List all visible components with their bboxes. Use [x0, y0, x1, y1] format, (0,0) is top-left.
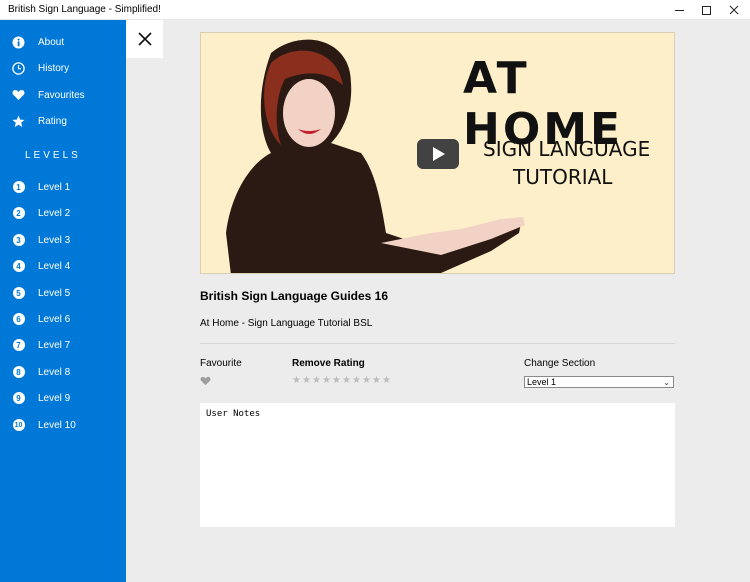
number-8-icon: 8 — [12, 366, 25, 379]
sidebar-item-label: Level 4 — [38, 260, 71, 272]
sidebar-item-about[interactable]: About — [0, 29, 126, 55]
chevron-down-icon: ⌄ — [663, 378, 670, 387]
sidebar-item-level-4[interactable]: 4 Level 4 — [0, 253, 126, 279]
sidebar-item-level-6[interactable]: 6 Level 6 — [0, 306, 126, 332]
close-icon — [137, 32, 152, 46]
sidebar-item-label: Level 5 — [38, 287, 71, 299]
sidebar-item-label: Level 10 — [38, 419, 76, 431]
close-icon — [729, 5, 739, 15]
title-bar: British Sign Language - Simplified! — [0, 0, 750, 20]
window-title: British Sign Language - Simplified! — [8, 4, 161, 15]
number-3-icon: 3 — [12, 234, 25, 247]
star-icon[interactable]: ★ — [342, 376, 352, 386]
change-section-label: Change Section — [524, 358, 596, 369]
sidebar-item-label: Level 9 — [38, 392, 71, 404]
number-6-icon: 6 — [12, 313, 25, 326]
rating-stars[interactable]: ★ ★ ★ ★ ★ ★ ★ ★ ★ ★ — [292, 376, 392, 386]
number-4-icon: 4 — [12, 260, 25, 273]
sidebar-item-level-5[interactable]: 5 Level 5 — [0, 280, 126, 306]
sidebar-item-label: Level 1 — [38, 181, 71, 193]
star-icon[interactable]: ★ — [332, 376, 342, 386]
divider — [200, 343, 675, 344]
star-icon[interactable]: ★ — [352, 376, 362, 386]
number-5-icon: 5 — [12, 287, 25, 300]
sidebar-item-label: Level 8 — [38, 366, 71, 378]
star-icon[interactable]: ★ — [362, 376, 372, 386]
remove-rating-button[interactable]: Remove Rating — [292, 358, 365, 369]
sidebar-item-label: Favourites — [38, 89, 85, 101]
sidebar-item-label: About — [38, 36, 65, 48]
number-10-icon: 10 — [12, 419, 25, 432]
sidebar-item-label: Level 7 — [38, 339, 71, 351]
sidebar-item-label: Level 6 — [38, 313, 71, 325]
star-icon[interactable]: ★ — [322, 376, 332, 386]
levels-header: LEVELS — [25, 150, 81, 161]
number-1-icon: 1 — [12, 181, 25, 194]
number-9-icon: 9 — [12, 392, 25, 405]
info-icon — [12, 36, 25, 49]
sidebar-item-history[interactable]: History — [0, 55, 126, 81]
star-icon[interactable]: ★ — [372, 376, 382, 386]
star-icon[interactable]: ★ — [312, 376, 322, 386]
heart-icon — [12, 89, 25, 102]
sidebar-item-level-8[interactable]: 8 Level 8 — [0, 359, 126, 385]
star-icon[interactable]: ★ — [382, 376, 392, 386]
sidebar-item-label: Rating — [38, 115, 67, 127]
sidebar-item-level-2[interactable]: 2 Level 2 — [0, 200, 126, 226]
thumbnail-text-tutorial: TUTORIAL — [513, 165, 613, 189]
video-player[interactable]: AT HOME SIGN LANGUAGE TUTORIAL — [200, 32, 675, 274]
sidebar-item-level-9[interactable]: 9 Level 9 — [0, 385, 126, 411]
close-window-button[interactable] — [717, 0, 750, 20]
sidebar-item-label: History — [38, 62, 70, 74]
sidebar: About History Favourites Rating LEVELS 1… — [0, 20, 126, 582]
sidebar-item-rating[interactable]: Rating — [0, 108, 126, 134]
sidebar-item-level-7[interactable]: 7 Level 7 — [0, 332, 126, 358]
sidebar-item-level-10[interactable]: 10 Level 10 — [0, 412, 126, 438]
minimize-icon — [674, 9, 684, 11]
number-2-icon: 2 — [12, 207, 25, 220]
heart-icon — [200, 376, 211, 386]
thumbnail-text-sign-language: SIGN LANGUAGE — [483, 137, 651, 161]
close-pane-button[interactable] — [126, 20, 163, 58]
number-7-icon: 7 — [12, 339, 25, 352]
sidebar-item-level-3[interactable]: 3 Level 3 — [0, 227, 126, 253]
star-icon[interactable]: ★ — [302, 376, 312, 386]
sidebar-item-label: Level 3 — [38, 234, 71, 246]
sidebar-item-label: Level 2 — [38, 207, 71, 219]
user-notes-textarea[interactable]: User Notes — [200, 403, 675, 527]
maximize-icon — [701, 5, 711, 15]
video-subtitle: At Home - Sign Language Tutorial BSL — [200, 318, 373, 329]
favourite-label: Favourite — [200, 358, 242, 369]
sidebar-item-favourites[interactable]: Favourites — [0, 82, 126, 108]
section-select-value: Level 1 — [527, 377, 557, 387]
sidebar-item-level-1[interactable]: 1 Level 1 — [0, 174, 126, 200]
section-select[interactable]: Level 1 ⌄ — [524, 376, 674, 388]
video-title: British Sign Language Guides 16 — [200, 289, 389, 303]
clock-icon — [12, 61, 25, 75]
favourite-toggle[interactable] — [200, 376, 211, 389]
star-icon — [12, 115, 25, 128]
star-icon[interactable]: ★ — [292, 376, 302, 386]
